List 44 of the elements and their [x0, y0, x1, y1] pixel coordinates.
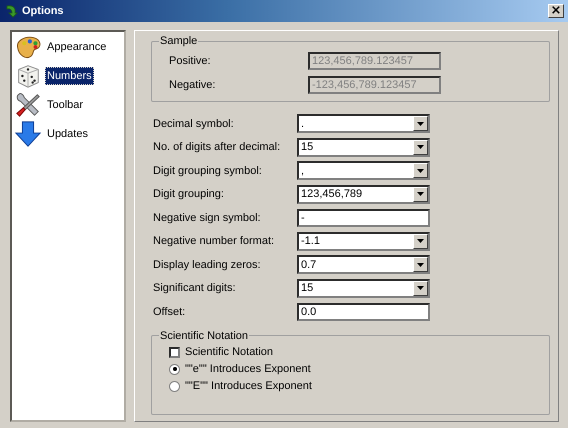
- option-label: Scientific Notation: [185, 346, 274, 358]
- caret-icon: [417, 286, 424, 290]
- field-label: Offset:: [153, 306, 186, 318]
- dropdown[interactable]: .: [297, 114, 430, 134]
- dropdown[interactable]: -1.1: [297, 232, 430, 251]
- dropdown[interactable]: ,: [297, 161, 430, 180]
- radio-button[interactable]: [169, 364, 180, 374]
- field-label: Significant digits:: [153, 282, 237, 294]
- input-field[interactable]: -: [297, 208, 430, 227]
- caret-icon: [417, 192, 424, 196]
- sidebar-item[interactable]: Toolbar: [45, 96, 86, 114]
- arrow-icon: [4, 4, 18, 18]
- dropdown[interactable]: 123,456,789: [297, 184, 430, 204]
- field-label: Negative sign symbol:: [153, 212, 262, 224]
- window-title: Options: [22, 5, 65, 17]
- group-title: Sample: [159, 35, 198, 47]
- field-label: Display leading zeros:: [153, 258, 262, 271]
- input-field[interactable]: 0.0: [297, 302, 430, 321]
- field-label: Decimal symbol:: [153, 118, 235, 130]
- option-label: ""e"" Introduces Exponent: [185, 363, 311, 375]
- field-label: Negative number format:: [153, 235, 276, 248]
- field-label: Positive:: [169, 55, 212, 67]
- sidebar-item[interactable]: Updates: [45, 124, 90, 142]
- field-label: Digit grouping symbol:: [153, 164, 263, 177]
- caret-icon: [417, 262, 424, 267]
- sidebar-item[interactable]: Numbers: [45, 66, 94, 84]
- close-button[interactable]: ×: [548, 4, 564, 18]
- down-arrow-icon: [14, 120, 42, 148]
- dropdown[interactable]: 0.7: [297, 255, 430, 274]
- checkbox[interactable]: [169, 346, 180, 358]
- radio-button[interactable]: [169, 380, 180, 392]
- caret-icon: [417, 239, 424, 244]
- group-title: Scientific Notation: [159, 330, 250, 342]
- caret-icon: [417, 145, 424, 150]
- dropdown[interactable]: 15: [297, 278, 430, 298]
- caret-icon: [417, 122, 424, 126]
- field-label: No. of digits after decimal:: [153, 141, 282, 154]
- tools-icon: [14, 90, 42, 118]
- option-label: ""E"" Introduces Exponent: [185, 380, 312, 392]
- dropdown[interactable]: 15: [297, 138, 430, 157]
- field-label: Digit grouping:: [153, 188, 225, 200]
- field-label: Negative:: [169, 79, 216, 91]
- caret-icon: [417, 168, 424, 173]
- sidebar-item[interactable]: Appearance: [45, 38, 108, 56]
